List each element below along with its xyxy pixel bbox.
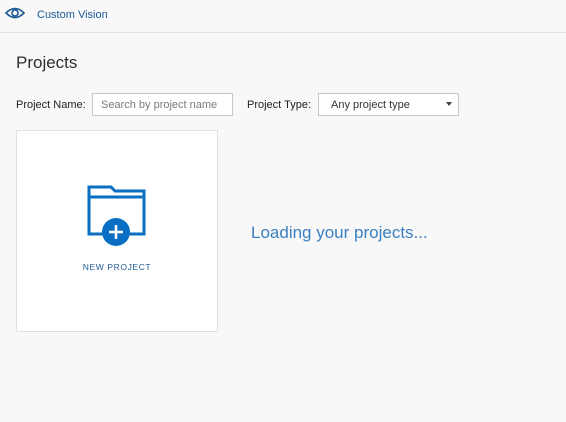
project-type-label: Project Type: (247, 99, 311, 111)
project-name-label: Project Name: (16, 99, 86, 111)
app-title[interactable]: Custom Vision (37, 8, 108, 22)
new-project-card[interactable]: NEW PROJECT (16, 130, 218, 332)
eye-icon[interactable] (5, 5, 25, 21)
loading-status: Loading your projects... (251, 223, 428, 242)
project-search-input[interactable] (92, 93, 233, 116)
folder-add-icon (87, 185, 146, 246)
new-project-label: NEW PROJECT (82, 262, 152, 272)
project-type-value: Any project type (331, 99, 410, 111)
chevron-down-icon (446, 102, 452, 106)
page-title: Projects (16, 53, 78, 72)
top-bar: Custom Vision (0, 0, 566, 33)
project-type-select[interactable]: Any project type (318, 93, 459, 116)
